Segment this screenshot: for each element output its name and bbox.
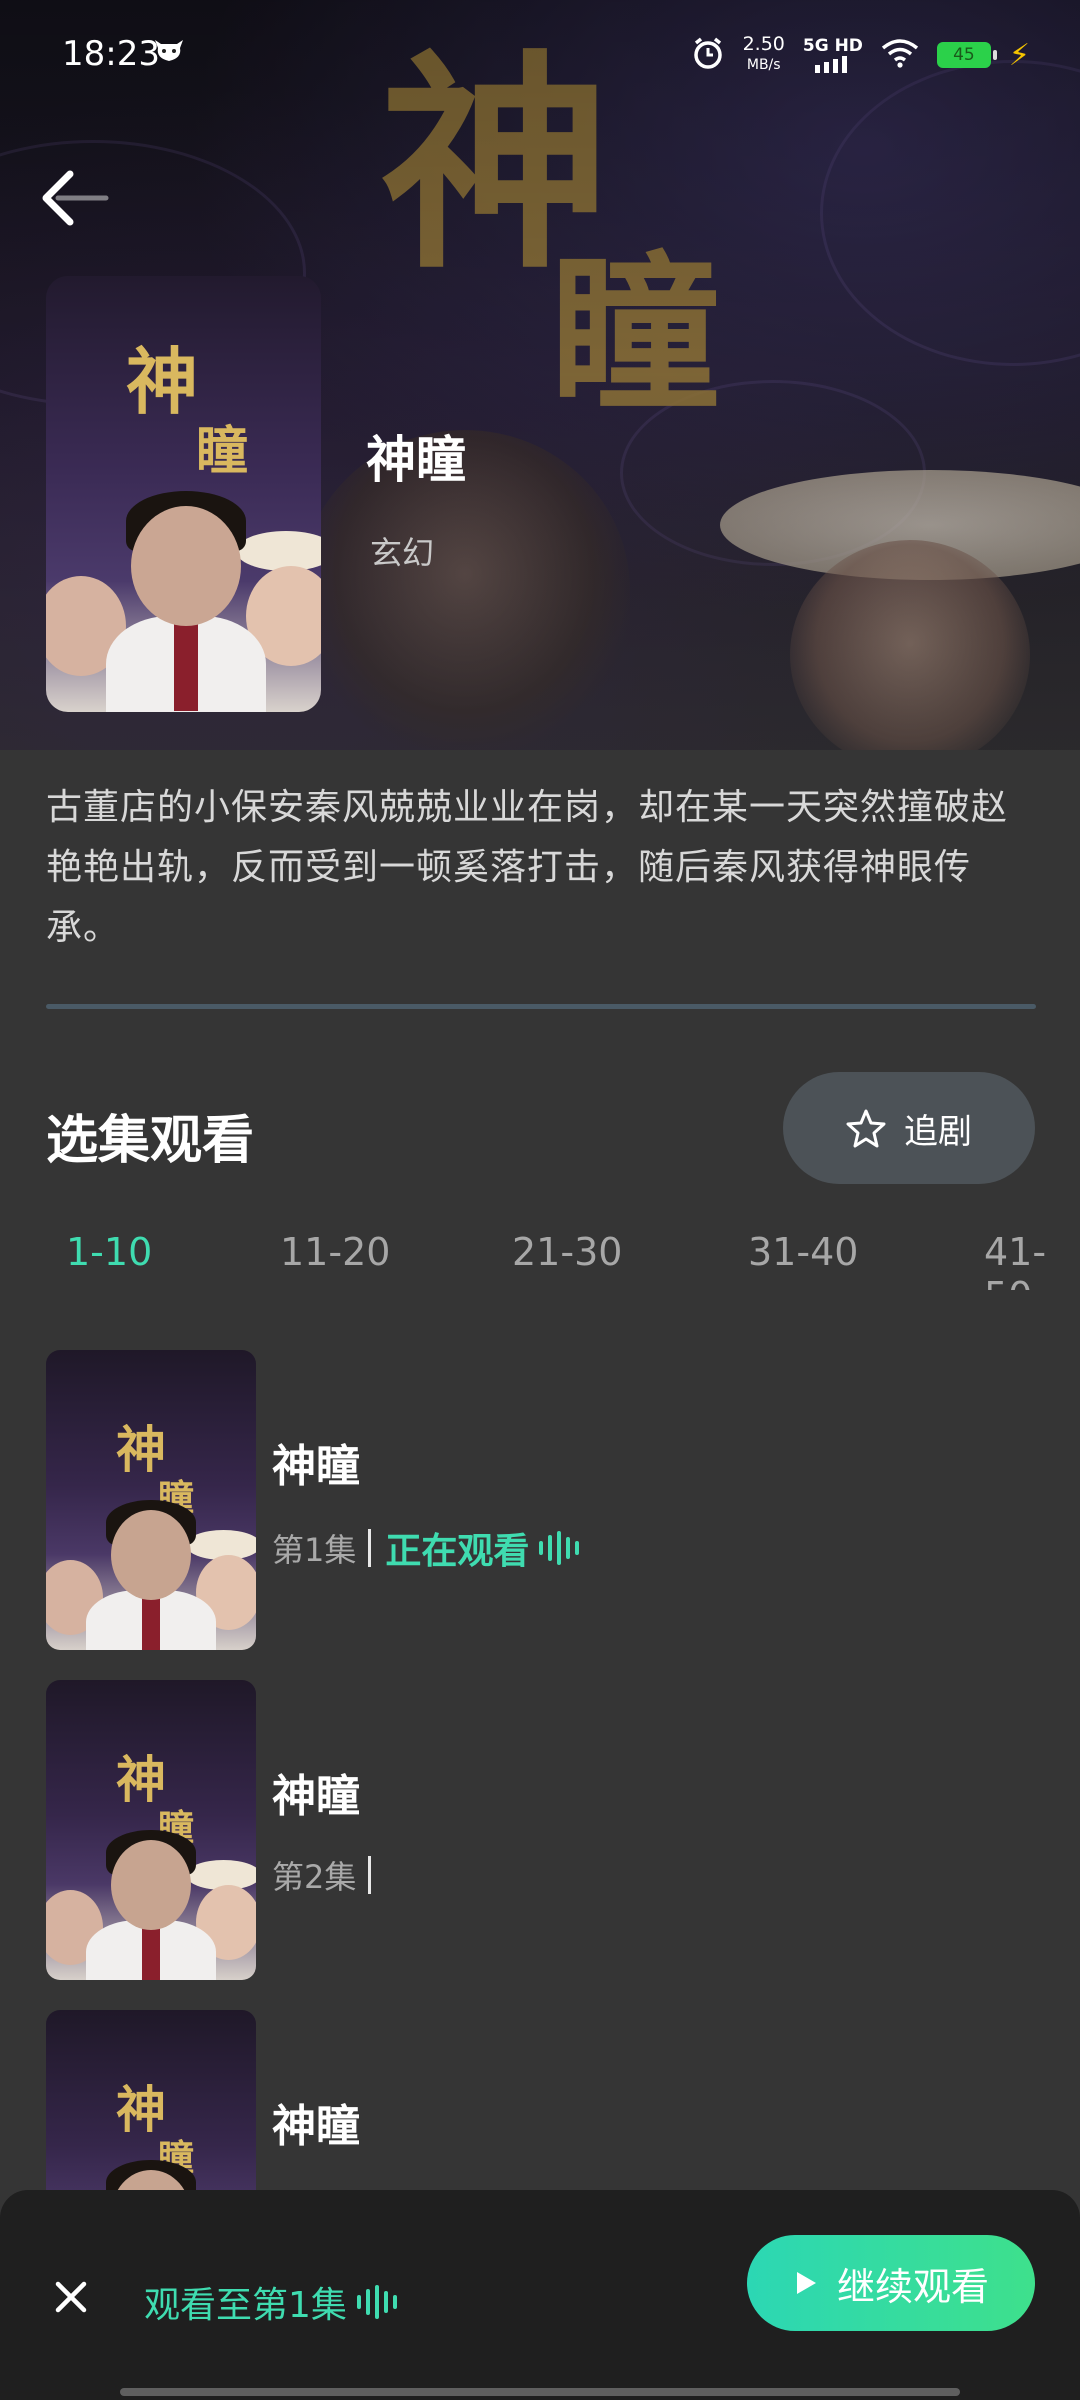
tab-range-21-30[interactable]: 21-30 <box>512 1230 622 1274</box>
status-bar: 18:23 2.50 MB/s 5G HD 45 ⚡ <box>0 0 1080 110</box>
episode-title: 神瞳 <box>272 1771 360 1822</box>
tab-range-31-40[interactable]: 31-40 <box>748 1230 858 1274</box>
episode-title: 神瞳 <box>272 1441 360 1492</box>
app-notification-icon <box>152 34 186 72</box>
sound-wave-icon <box>356 2285 397 2319</box>
episode-thumbnail: 神瞳 <box>46 1350 256 1650</box>
home-indicator[interactable] <box>120 2388 960 2396</box>
close-button[interactable] <box>48 2274 94 2320</box>
episode-range-tabs: 1-10 11-20 21-30 31-40 41-50 <box>0 1230 1080 1290</box>
tab-range-1-10[interactable]: 1-10 <box>66 1230 152 1274</box>
tab-range-11-20[interactable]: 11-20 <box>280 1230 390 1274</box>
section-divider <box>46 1004 1036 1009</box>
signal-indicator: 5G HD <box>803 37 863 73</box>
episodes-section-title: 选集观看 <box>46 1111 255 1171</box>
episode-number: 第1集 <box>272 1531 357 1569</box>
close-icon <box>55 2281 87 2313</box>
wifi-icon <box>881 38 919 72</box>
alarm-icon <box>691 36 725 74</box>
episode-row[interactable]: 神瞳 神瞳 第2集 <box>46 1680 1036 1980</box>
resume-playback-bar: 观看至第1集 继续观看 <box>0 2190 1080 2400</box>
drama-genre: 玄幻 <box>370 534 435 572</box>
tab-range-41-50[interactable]: 41-50 <box>984 1230 1080 1290</box>
now-playing-label: 正在观看 <box>385 1531 530 1572</box>
charging-bolt-icon: ⚡ <box>1008 37 1030 73</box>
episode-meta: 第1集 正在观看 <box>272 1522 580 1574</box>
drama-synopsis: 古董店的小保安秦风兢兢业业在岗，却在某一天突然撞破赵艳艳出轨，反而受到一顿奚落打… <box>46 787 1009 948</box>
back-button[interactable] <box>30 160 110 240</box>
continue-watching-button[interactable]: 继续观看 <box>747 2235 1035 2331</box>
episode-thumbnail: 神瞳 <box>46 1680 256 1980</box>
status-time: 18:23 <box>62 34 160 74</box>
resume-progress: 观看至第1集 <box>144 2276 397 2328</box>
back-arrow-icon <box>42 170 109 226</box>
drama-poster: 神 瞳 <box>46 276 321 712</box>
episode-row[interactable]: 神瞳 神瞳 第1集 正在观看 <box>46 1350 1036 1650</box>
play-triangle-icon <box>796 2272 816 2294</box>
drama-title: 神瞳 <box>366 431 466 489</box>
star-outline-icon <box>846 1109 886 1148</box>
episode-number: 第2集 <box>272 1858 357 1896</box>
episode-meta: 第2集 <box>272 1852 385 1898</box>
episode-title: 神瞳 <box>272 2101 360 2152</box>
signal-bars-icon <box>814 56 847 73</box>
battery-indicator: 45 <box>936 42 997 68</box>
sound-wave-icon <box>539 1531 580 1565</box>
follow-button[interactable]: 追剧 <box>783 1072 1035 1184</box>
network-speed: 2.50 MB/s <box>742 33 785 74</box>
